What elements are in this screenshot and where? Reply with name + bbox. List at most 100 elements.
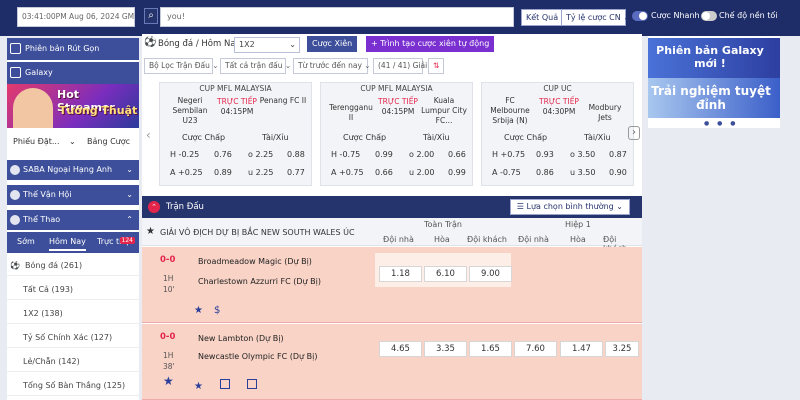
chevron-down-icon: ⌄ bbox=[364, 61, 371, 70]
section-saba[interactable]: SABA Ngoại Hạng Anh ⌄ bbox=[7, 160, 139, 180]
away-team[interactable]: Charlestown Azzurri FC (Dự Bị) bbox=[198, 277, 321, 286]
nav-count: (125) bbox=[103, 381, 126, 390]
promo-label: Galaxy bbox=[25, 68, 53, 77]
odds-button[interactable]: 1.65 bbox=[469, 341, 512, 357]
carousel-prev-icon[interactable]: ‹ bbox=[146, 128, 151, 142]
filter-label: Bộ Lọc Trận Đấu bbox=[149, 61, 210, 70]
odds-value[interactable]: 0.77 bbox=[287, 168, 305, 177]
nav-football[interactable]: ⚽ Bóng đá (261) bbox=[7, 256, 139, 276]
quick-bet-label: Cược Nhanh bbox=[651, 11, 700, 20]
collapse-icon[interactable]: ⌃ bbox=[148, 201, 160, 213]
card-away-team: Modbury Jets bbox=[588, 103, 622, 122]
view-mode-select[interactable]: ☰ Lựa chọn bình thường ⌄ bbox=[509, 199, 630, 215]
odds-value[interactable]: 0.87 bbox=[609, 150, 627, 159]
galaxy-banner[interactable]: Phiên bản Galaxy mới ! bbox=[648, 38, 780, 78]
info-icon[interactable] bbox=[247, 379, 258, 389]
banner-line2: Tướng Thuật bbox=[59, 104, 138, 117]
odds-button[interactable]: 7.60 bbox=[514, 341, 557, 357]
match-filter-select[interactable]: Tất cả trận đấu ⌄ bbox=[220, 58, 291, 74]
nav-correct-score[interactable]: Tỷ Số Chính Xác (127) bbox=[7, 328, 139, 348]
dollar-icon[interactable]: $ bbox=[214, 305, 220, 316]
league-header: ★ GIẢI VÔ ĐỊCH DỰ BỊ BẮC NEW SOUTH WALES… bbox=[142, 218, 642, 253]
away-team[interactable]: Newcastle Olympic FC (Dự Bị) bbox=[198, 352, 318, 361]
odds-button[interactable]: 9.00 bbox=[469, 266, 512, 282]
odds-value[interactable]: 0.89 bbox=[214, 168, 232, 177]
favorite-star-icon[interactable]: ★ bbox=[194, 381, 203, 392]
chevron-down-icon[interactable]: ⌄ bbox=[69, 137, 76, 146]
favorite-star-icon[interactable]: ★ bbox=[194, 305, 203, 316]
odds-value[interactable]: 0.88 bbox=[287, 150, 305, 159]
odds-value[interactable]: 0.99 bbox=[448, 168, 466, 177]
tab-bet-slip[interactable]: Phiếu Đặt... bbox=[13, 137, 60, 146]
odds-line: H -0.25 bbox=[170, 150, 200, 159]
odds-button[interactable]: 6.10 bbox=[424, 266, 467, 282]
section-label: Thể Thao bbox=[23, 215, 61, 224]
compact-version-link[interactable]: Phiên bản Rút Gọn bbox=[7, 38, 139, 60]
nav-odd-even[interactable]: Lẻ/Chẵn (142) bbox=[7, 352, 139, 372]
featured-match-card[interactable]: CUP UC FC Melbourne Srbija (N) TRỰC TIẾP… bbox=[481, 82, 634, 186]
create-parlay-label: Trình tạo cược xiên tự động bbox=[380, 39, 490, 48]
match-score: 0-0 bbox=[160, 332, 176, 342]
odds-type-select[interactable]: Tỷ lệ cược CN ⌄ bbox=[561, 9, 630, 26]
card-league: CUP UC bbox=[543, 84, 572, 93]
live-label: TRỰC TIẾP bbox=[217, 97, 257, 106]
stats-icon[interactable] bbox=[220, 379, 231, 389]
tab-today[interactable]: Hôm Nay bbox=[49, 237, 86, 251]
quick-bet-toggle[interactable] bbox=[632, 11, 648, 21]
home-team[interactable]: New Lambton (Dự Bị) bbox=[198, 334, 284, 343]
sort-select[interactable]: Từ trước đến nay ⌄ bbox=[293, 58, 371, 74]
streamer-image bbox=[13, 88, 53, 128]
night-mode-toggle[interactable] bbox=[701, 11, 717, 21]
odds-button[interactable]: 4.65 bbox=[379, 341, 422, 357]
group-first-half: Hiệp 1 bbox=[565, 220, 591, 229]
odds-button[interactable]: 1.47 bbox=[560, 341, 603, 357]
carousel-next-icon[interactable]: › bbox=[628, 126, 640, 140]
odds-value[interactable]: 0.93 bbox=[536, 150, 554, 159]
nav-1x2[interactable]: 1X2 (138) bbox=[7, 304, 139, 324]
section-label: Thế Vận Hội bbox=[23, 190, 72, 199]
nav-total-goals[interactable]: Tổng Số Bàn Thắng (125) bbox=[7, 376, 139, 396]
promo-label: Phiên bản Rút Gọn bbox=[25, 44, 100, 53]
odds-button[interactable]: 3.35 bbox=[424, 341, 467, 357]
odds-value[interactable]: 0.99 bbox=[375, 150, 393, 159]
featured-match-card[interactable]: CUP MFL MALAYSIA Negeri Sembilan U23 TRỰ… bbox=[159, 82, 312, 186]
live-label: TRỰC TIẾP bbox=[378, 97, 418, 106]
market-label: 1X2 bbox=[239, 40, 255, 49]
match-clock: 1H 38' bbox=[163, 350, 175, 372]
sort-icon[interactable]: ⇅ bbox=[428, 58, 444, 74]
odds-value[interactable]: 0.90 bbox=[609, 168, 627, 177]
section-olympics[interactable]: Thế Vận Hội ⌄ bbox=[7, 185, 139, 205]
card-live-status: TRỰC TIẾP 04:15PM bbox=[217, 97, 257, 117]
featured-match-card[interactable]: CUP MFL MALAYSIA Terengganu II TRỰC TIẾP… bbox=[320, 82, 473, 186]
create-parlay-button[interactable]: + Trình tạo cược xiên tự động bbox=[366, 36, 495, 52]
league-filter-select[interactable]: Bộ Lọc Trận Đấu ⌄ bbox=[144, 58, 219, 74]
odds-value[interactable]: 0.86 bbox=[536, 168, 554, 177]
odds-value[interactable]: 0.66 bbox=[375, 168, 393, 177]
favorite-star-icon[interactable]: ★ bbox=[163, 374, 174, 388]
odds-type-label: Tỷ lệ cược CN bbox=[566, 13, 621, 22]
streamer-banner[interactable]: Hot Streamer Tướng Thuật bbox=[7, 84, 139, 128]
matches-title: Trận Đấu bbox=[166, 202, 204, 212]
nav-all[interactable]: Tất Cả (193) bbox=[7, 280, 139, 300]
search-icon[interactable]: ⌕ bbox=[144, 8, 158, 24]
search-input[interactable]: you! bbox=[160, 7, 514, 27]
galaxy-link[interactable]: Galaxy bbox=[7, 62, 139, 84]
favorite-star-icon[interactable]: ★ bbox=[146, 226, 155, 237]
odds-value[interactable]: 0.66 bbox=[448, 150, 466, 159]
odds-line: A -0.75 bbox=[492, 168, 521, 177]
home-team[interactable]: Broadmeadow Magic (Dự Bị) bbox=[198, 257, 312, 266]
odds-button[interactable]: 3.25 bbox=[605, 341, 639, 357]
parlay-button[interactable]: Cược Xiên bbox=[307, 36, 358, 52]
col-draw: Hòa bbox=[570, 235, 586, 244]
match-minute: 10' bbox=[163, 285, 175, 294]
tab-odds-board[interactable]: Bảng Cược bbox=[87, 137, 130, 146]
tab-early[interactable]: Sớm bbox=[17, 237, 35, 246]
sports-icon bbox=[10, 215, 20, 225]
results-button[interactable]: Kết Quả bbox=[521, 9, 564, 26]
odds-button[interactable]: 1.18 bbox=[379, 266, 422, 282]
odds-value[interactable]: 0.76 bbox=[214, 150, 232, 159]
carousel-dots[interactable]: ● ● ● bbox=[704, 120, 739, 127]
market-select[interactable]: 1X2 ⌄ bbox=[234, 37, 300, 53]
experience-banner[interactable]: Trải nghiệm tuyệt đỉnh bbox=[648, 78, 780, 118]
section-sports[interactable]: Thể Thao ⌃ bbox=[7, 210, 139, 230]
